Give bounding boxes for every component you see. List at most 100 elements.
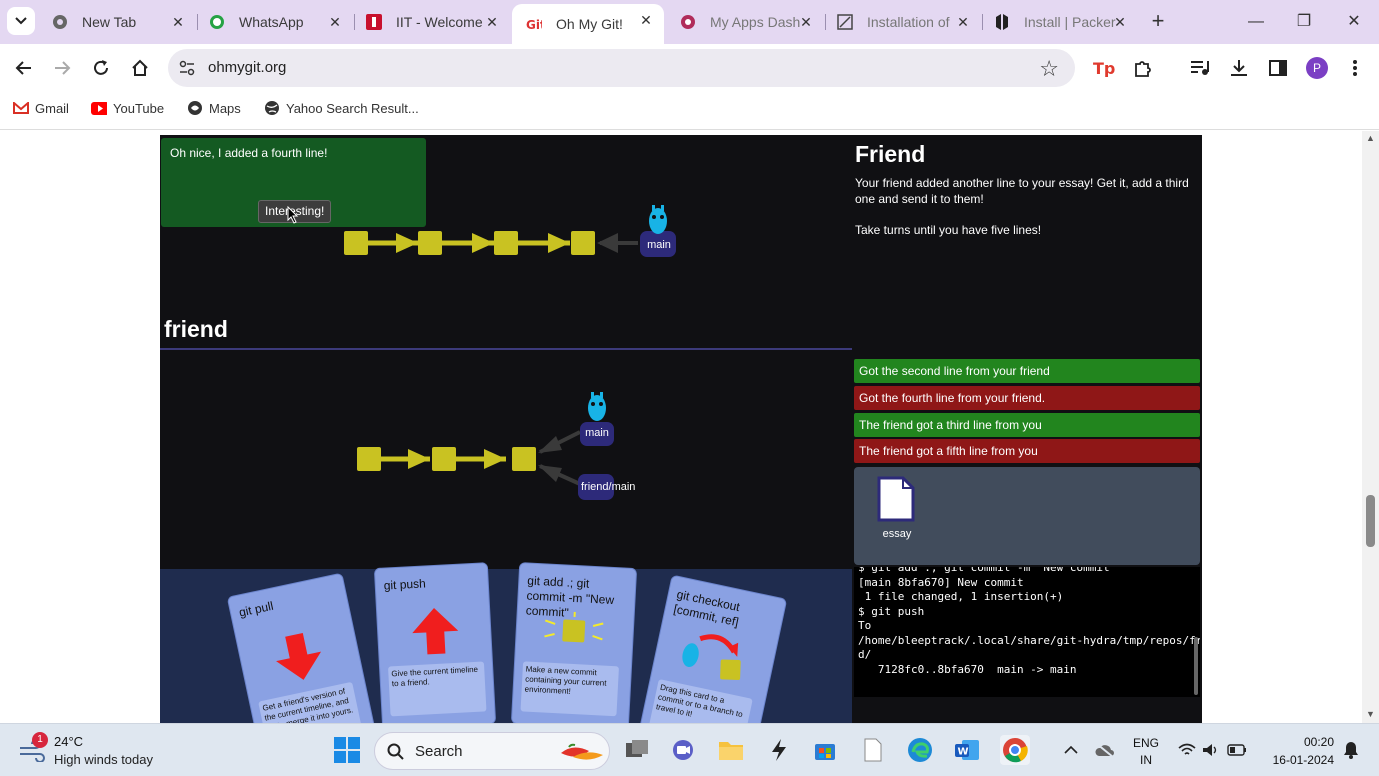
weather-temperature[interactable]: 24°C [54,734,83,749]
weather-widget[interactable]: 1 [18,732,48,767]
card-title: git pull [237,598,275,620]
reload-button[interactable] [87,54,115,82]
notifications-button[interactable] [1336,735,1366,765]
extensions-button[interactable] [1129,54,1157,82]
back-button[interactable] [10,54,38,82]
chevron-down-icon [15,17,27,25]
minimize-button[interactable]: — [1241,8,1271,36]
taskbar-word[interactable]: W [952,735,982,765]
bookmark-gmail[interactable]: Gmail [13,100,69,116]
taskbar-meet[interactable] [668,735,698,765]
tray-battery[interactable] [1222,735,1252,765]
file-label[interactable]: essay [881,528,913,540]
commit-node[interactable] [494,231,518,255]
terminal[interactable]: $ git add .; git commit -m "New commit"[… [854,567,1200,697]
dialog-message: Oh nice, I added a fourth line! [170,146,328,160]
close-icon[interactable]: ✕ [798,14,814,30]
commit-node[interactable] [418,231,442,255]
chili-peppers-icon [561,743,603,760]
bookmark-youtube[interactable]: YouTube [91,100,164,116]
close-icon[interactable]: ✕ [327,14,343,30]
globe-icon [264,100,280,116]
commit-node[interactable] [512,447,536,471]
branch-label-friend-main[interactable]: friend/main [578,481,646,493]
branch-label-main[interactable]: main [641,239,677,251]
close-icon[interactable]: ✕ [638,12,654,28]
tab-my-apps[interactable]: My Apps Dash ✕ [666,6,824,38]
weather-description[interactable]: High winds today [54,752,153,767]
language-line-2[interactable]: IN [1128,753,1164,767]
taskbar-notepad[interactable] [858,735,888,765]
bookmark-maps[interactable]: Maps [187,100,241,116]
tab-search-dropdown[interactable] [7,7,35,35]
profile-avatar[interactable]: P [1306,57,1328,79]
taskbar-store[interactable] [810,735,840,765]
clock-time[interactable]: 00:20 [1288,735,1334,749]
branch-label-main[interactable]: main [580,427,614,439]
address-bar[interactable]: ohmygit.org ☆ [168,49,1075,87]
goal-item: The friend got a fifth line from you [854,439,1200,463]
card-title: git push [383,576,427,593]
commit-node[interactable] [344,231,368,255]
close-icon[interactable]: ✕ [1112,14,1128,30]
tab-new-tab[interactable]: New Tab ✕ [38,6,196,38]
chrome-icon [1003,738,1028,763]
side-panel-button[interactable] [1264,54,1292,82]
home-button[interactable] [126,54,154,82]
bolt-icon [772,739,786,761]
tab-iit[interactable]: IIT - Welcome ✕ [352,6,510,38]
taskbar-task-view[interactable] [622,735,652,765]
site-info-icon[interactable] [178,59,196,82]
windows-taskbar: 1 24°C High winds today Search W ENG IN … [0,723,1379,776]
start-button[interactable] [332,735,362,765]
language-line-1[interactable]: ENG [1128,736,1164,750]
commit-node[interactable] [571,231,595,255]
tab-install-packer[interactable]: Install | Packer ✕ [980,6,1138,38]
taskbar-edge[interactable] [905,735,935,765]
card-git-commit[interactable]: git add .; git commit -m "New commit" Ma… [510,562,638,730]
file-icon[interactable] [876,475,916,523]
scrollbar-thumb[interactable] [1366,495,1375,547]
tab-oh-my-git[interactable]: Git Oh My Git! ✕ [512,4,664,44]
tab-installation[interactable]: Installation of ✕ [823,6,981,38]
taskbar-app-bolt[interactable] [764,735,794,765]
terminal-line: $ git add .; git commit -m "New commit" [858,567,1117,574]
terminal-line: d/ [858,648,872,661]
terminal-scrollbar[interactable] [1194,637,1198,695]
commit-node[interactable] [432,447,456,471]
card-git-push[interactable]: git push Give the current timeline to a … [373,562,497,730]
typing-extension-button[interactable]: Tp [1090,54,1118,82]
tray-cloud[interactable] [1090,735,1120,765]
url-text[interactable]: ohmygit.org [208,59,286,76]
page-scrollbar[interactable]: ▲ ▼ [1362,131,1379,723]
forward-button[interactable] [48,54,76,82]
tab-strip: New Tab ✕ WhatsApp ✕ IIT - Welcome ✕ Git… [0,0,1379,44]
show-hidden-icons-button[interactable] [1056,735,1086,765]
close-icon[interactable]: ✕ [484,14,500,30]
scroll-up-icon[interactable]: ▲ [1366,133,1375,143]
goal-item: Got the second line from your friend [854,359,1200,383]
restore-button[interactable]: ❐ [1289,8,1319,36]
bookmark-star-icon[interactable]: ☆ [1039,56,1059,82]
terminal-line: [main 8bfa670] New commit [858,575,1024,589]
tab-title: Installation of [867,14,950,30]
scroll-down-icon[interactable]: ▼ [1366,709,1375,719]
commit-node[interactable] [357,447,381,471]
bookmark-yahoo[interactable]: Yahoo Search Result... [264,100,419,116]
new-tab-button[interactable]: + [1146,10,1170,34]
close-icon[interactable]: ✕ [170,14,186,30]
bookmark-label: Yahoo Search Result... [286,100,419,116]
taskbar-file-explorer[interactable] [716,735,746,765]
menu-button[interactable] [1341,54,1369,82]
ohmygit-icon: Git [526,16,542,32]
word-icon: W [955,740,979,760]
downloads-button[interactable] [1225,54,1253,82]
tp-extension-icon: Tp [1093,59,1115,77]
clock-date[interactable]: 16-01-2024 [1262,753,1334,767]
close-window-button[interactable]: ✕ [1339,8,1369,36]
tab-whatsapp[interactable]: WhatsApp ✕ [195,6,353,38]
media-button[interactable] [1186,54,1214,82]
close-icon[interactable]: ✕ [955,14,971,30]
taskbar-chrome[interactable] [1000,735,1030,765]
taskbar-search[interactable]: Search [374,732,610,770]
